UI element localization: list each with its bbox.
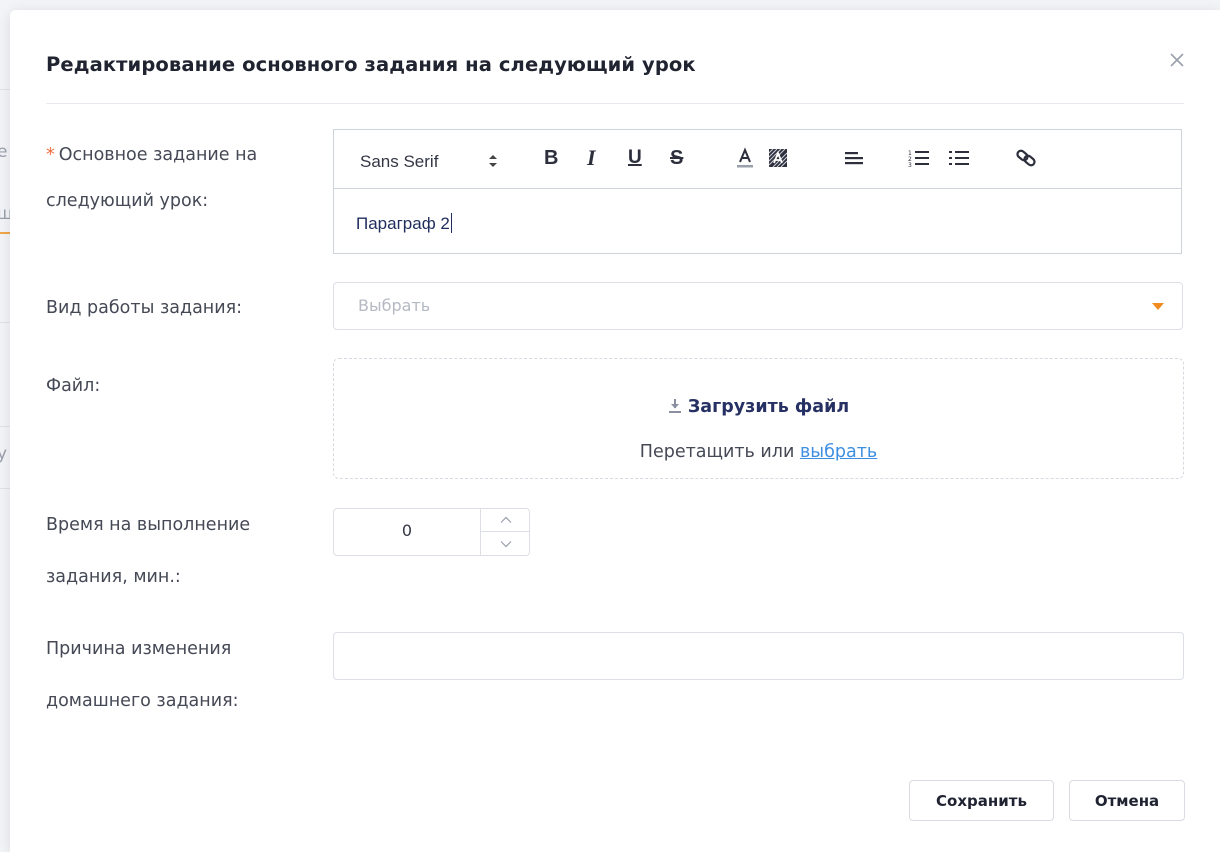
time-stepper: 0 <box>333 508 530 556</box>
font-color-icon[interactable] <box>733 146 757 170</box>
editor-toolbar: Sans Serif B I U S 1 2 3 <box>334 130 1181 189</box>
upload-file-label: Загрузить файл <box>687 397 850 417</box>
main-task-label-line2: следующий урок: <box>46 191 209 211</box>
stepper-controls <box>480 509 530 555</box>
required-mark: * <box>46 145 55 165</box>
drag-text: Перетащить или <box>639 442 795 462</box>
dropdown-caret-icon <box>1152 303 1164 310</box>
edit-task-dialog: Редактирование основного задания на след… <box>10 10 1220 852</box>
reason-input[interactable] <box>333 632 1184 680</box>
italic-button[interactable]: I <box>587 145 596 170</box>
file-dropzone[interactable]: Загрузить файл Перетащить или выбрать <box>333 358 1184 479</box>
background-color-icon[interactable] <box>766 146 790 170</box>
dialog-title: Редактирование основного задания на след… <box>46 53 696 76</box>
bullet-list-icon[interactable] <box>948 146 970 170</box>
rich-text-editor: Sans Serif B I U S 1 2 3 Параграф 2 <box>333 129 1182 254</box>
time-label-line1: Время на выполнение <box>46 515 251 535</box>
strike-button[interactable]: S <box>670 146 683 170</box>
cancel-button[interactable]: Отмена <box>1069 780 1185 821</box>
close-icon[interactable] <box>1166 49 1188 71</box>
text-caret <box>450 213 452 233</box>
svg-text:3: 3 <box>908 162 912 168</box>
chevron-down-icon <box>500 540 511 547</box>
work-type-select[interactable]: Выбрать <box>333 282 1183 330</box>
background-divider <box>0 89 10 90</box>
upload-file-button[interactable]: Загрузить файл <box>334 397 1183 419</box>
decrement-button[interactable] <box>481 532 530 555</box>
main-task-label: * Основное задание на следующий урок: <box>46 136 257 220</box>
background-divider <box>0 322 10 323</box>
increment-button[interactable] <box>481 509 530 532</box>
editor-text: Параграф 2 <box>356 214 450 233</box>
drag-hint: Перетащить или выбрать <box>334 442 1183 462</box>
reason-label: Причина изменения домашнего задания: <box>46 637 239 713</box>
reason-label-line2: домашнего задания: <box>46 691 239 711</box>
choose-file-link[interactable]: выбрать <box>800 442 877 462</box>
header-divider <box>46 103 1184 104</box>
main-task-label-line1: Основное задание на <box>58 145 258 165</box>
reason-label-line1: Причина изменения <box>46 639 232 659</box>
font-family-select[interactable]: Sans Serif <box>360 150 438 174</box>
time-label: Время на выполнение задания, мин.: <box>46 513 250 589</box>
background-divider <box>0 488 10 489</box>
underline-button[interactable]: U <box>628 146 642 170</box>
download-arrow-icon <box>668 398 682 419</box>
work-type-label: Вид работы задания: <box>46 298 243 318</box>
ordered-list-icon[interactable]: 1 2 3 <box>908 146 930 170</box>
chevron-up-icon <box>500 516 511 523</box>
background-tab-underline <box>0 232 10 234</box>
align-icon[interactable] <box>843 146 865 170</box>
link-icon[interactable] <box>1014 146 1038 170</box>
work-type-placeholder: Выбрать <box>358 296 431 315</box>
editor-content[interactable]: Параграф 2 <box>356 213 452 234</box>
background-text-fragment: е <box>0 142 8 162</box>
time-label-line2: задания, мин.: <box>46 567 181 587</box>
background-divider <box>0 426 10 427</box>
font-select-arrows-icon <box>487 152 499 170</box>
background-text-fragment: у <box>0 444 8 464</box>
save-button[interactable]: Сохранить <box>909 780 1054 821</box>
time-input[interactable]: 0 <box>334 521 480 540</box>
file-label: Файл: <box>46 376 101 396</box>
bold-button[interactable]: B <box>544 146 558 170</box>
